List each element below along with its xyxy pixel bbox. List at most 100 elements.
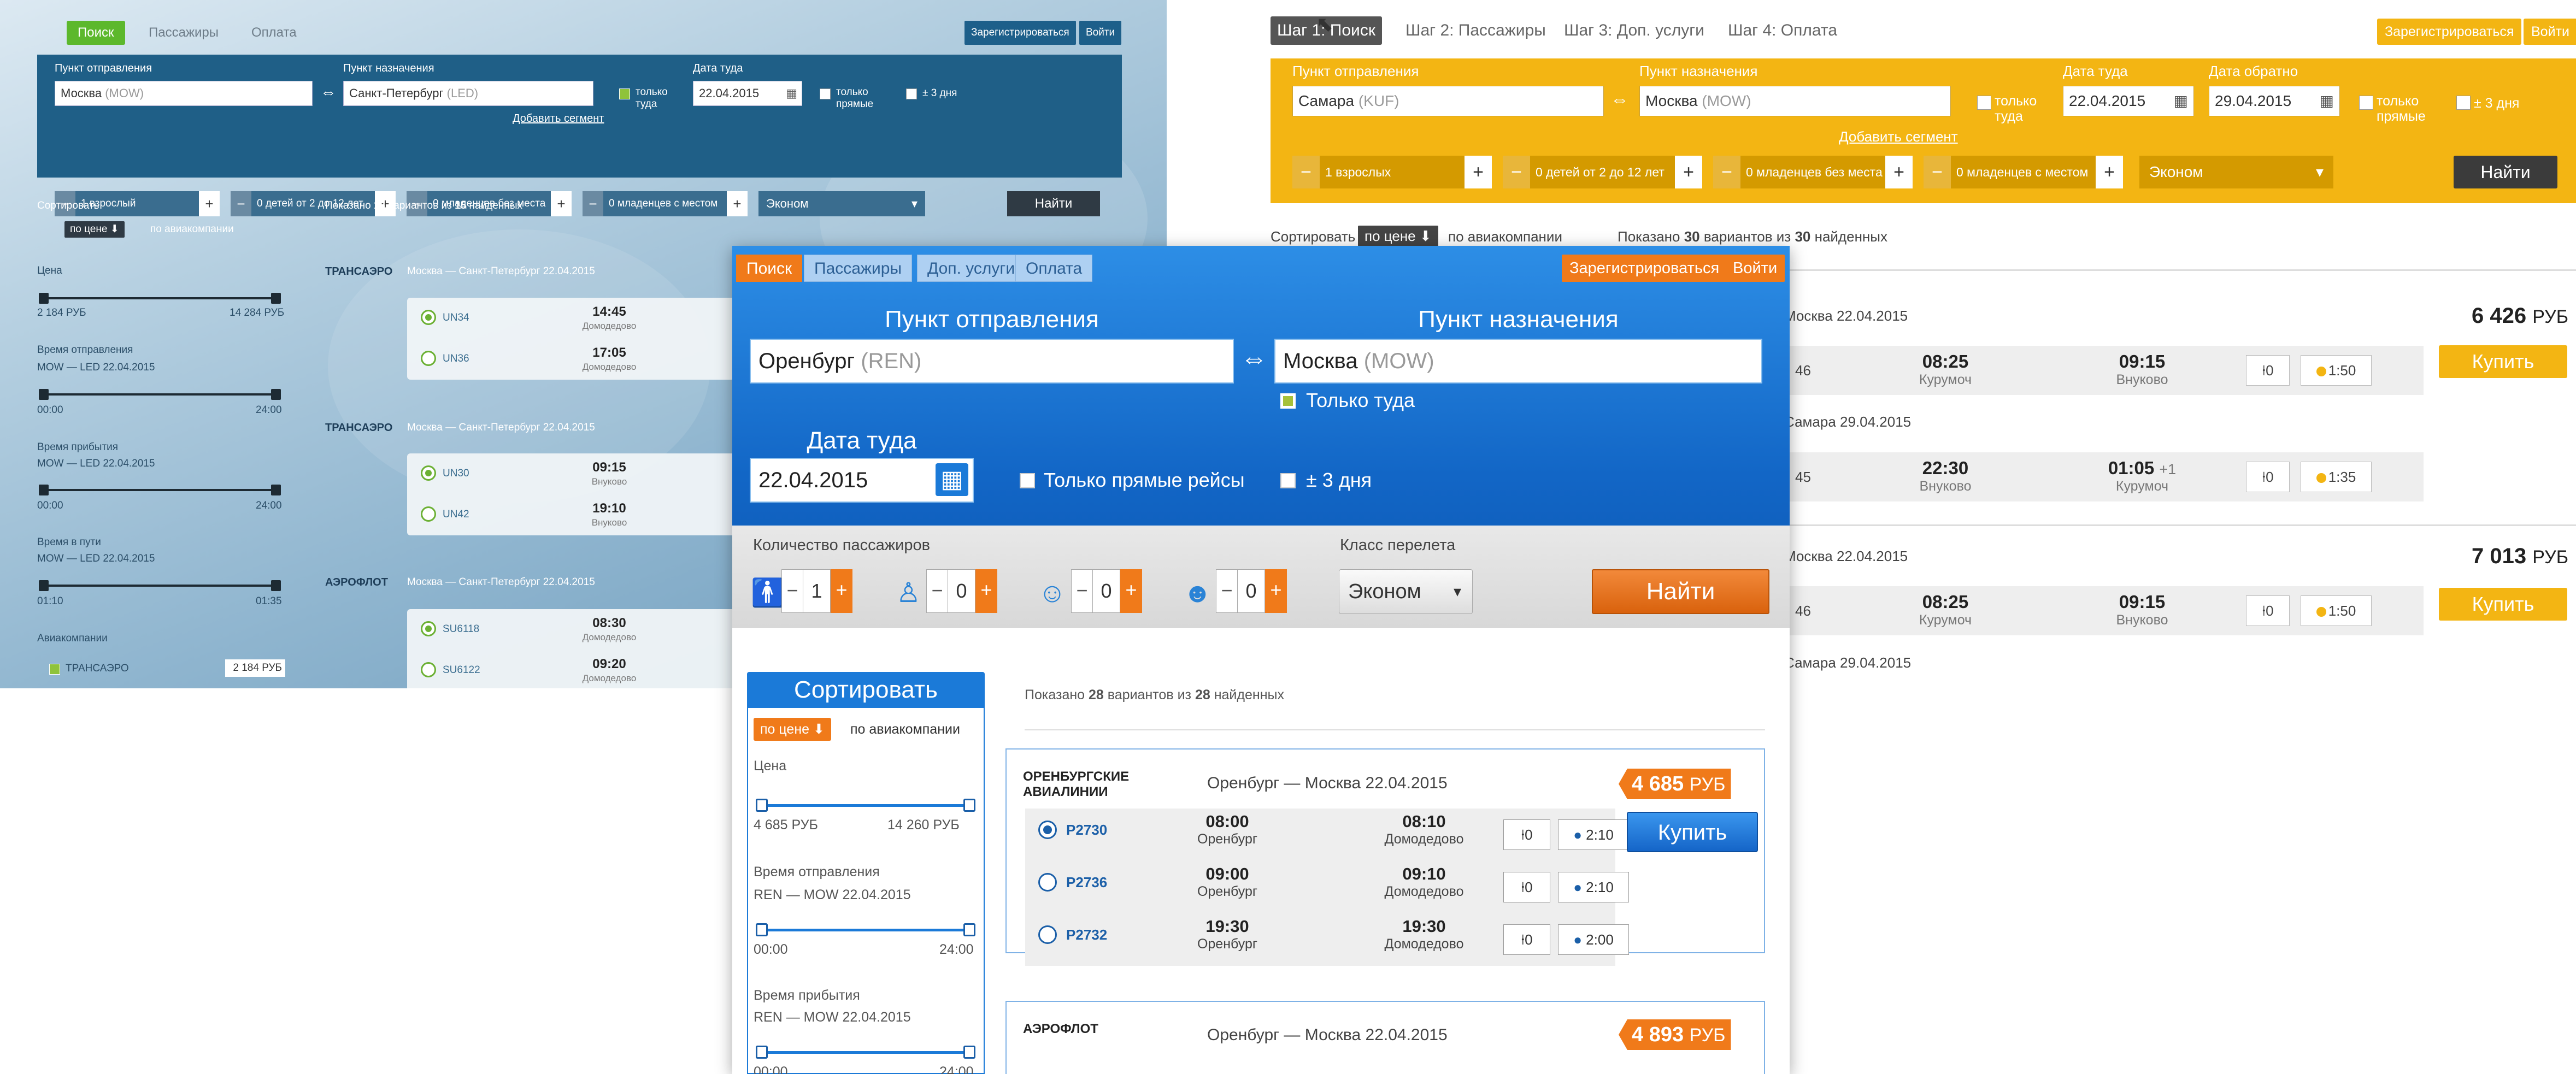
only-there-checkbox[interactable] <box>619 88 630 99</box>
buy-button[interactable]: Купить <box>2439 345 2567 378</box>
infants-noseat-count[interactable]: 0 <box>1093 569 1120 613</box>
flight-radio[interactable] <box>421 662 436 677</box>
find-button[interactable]: Найти <box>1007 191 1100 216</box>
flight-radio[interactable] <box>1038 873 1057 892</box>
add-segment-link[interactable]: Добавить сегмент <box>513 113 604 125</box>
minus-button[interactable]: − <box>1216 569 1238 613</box>
flight-row[interactable]: 46 08:25 Курумоч 09:15 Внуково ⍿0 1:50 <box>1784 586 2424 635</box>
flight-row[interactable]: UN30 09:15 Внуково <box>407 453 735 494</box>
flight-radio[interactable] <box>421 465 436 481</box>
plus-button[interactable]: + <box>1885 156 1913 188</box>
from-input[interactable]: Самара (KUF) <box>1292 86 1604 116</box>
step-services[interactable]: Шаг 3: Доп. услуги <box>1557 16 1711 45</box>
flight-row[interactable]: UN34 14:45 Домодедово <box>407 298 735 339</box>
minus-button[interactable]: − <box>926 569 948 613</box>
sort-by-price-button[interactable]: по цене ⬇ <box>64 221 125 238</box>
pm3-checkbox[interactable] <box>1280 473 1296 488</box>
from-input[interactable]: Москва (MOW) <box>55 81 313 106</box>
tab-payment[interactable]: Оплата <box>1015 255 1093 282</box>
to-input[interactable]: Москва (MOW) <box>1639 86 1951 116</box>
dep-time-slider[interactable] <box>39 389 281 400</box>
plus-button[interactable]: + <box>1675 156 1702 188</box>
adults-count[interactable]: 1 <box>803 569 831 613</box>
flight-radio[interactable] <box>1038 821 1057 839</box>
sort-by-price-button[interactable]: по цене ⬇ <box>1358 226 1438 246</box>
minus-button[interactable]: − <box>1292 156 1320 188</box>
sort-by-price-button[interactable]: по цене ⬇ <box>754 718 831 741</box>
tab-passengers[interactable]: Пассажиры <box>138 21 230 45</box>
date-input[interactable]: 22.04.2015 ▦ <box>693 81 802 106</box>
sort-by-airline-button[interactable]: по авиакомпании <box>1448 228 1562 245</box>
flight-row[interactable]: P2736 09:00 Оренбург 09:10 Домодедово ⍿0… <box>1025 861 1629 913</box>
plus-button[interactable]: + <box>1265 569 1287 613</box>
register-button[interactable]: Зарегистрироваться <box>1562 255 1727 282</box>
tab-payment[interactable]: Оплата <box>240 21 308 45</box>
login-button[interactable]: Войти <box>1725 255 1785 282</box>
step-payment[interactable]: Шаг 4: Оплата <box>1721 16 1844 45</box>
dep-time-slider[interactable] <box>756 923 975 936</box>
only-there-checkbox[interactable] <box>1977 96 1991 110</box>
slider-handle[interactable] <box>963 1046 975 1059</box>
plus-button[interactable]: + <box>2096 156 2123 188</box>
minus-button[interactable]: − <box>583 191 603 216</box>
tab-search[interactable]: Поиск <box>736 255 803 282</box>
flight-radio[interactable] <box>421 621 436 636</box>
slider-handle[interactable] <box>39 293 49 304</box>
swap-icon[interactable]: ⇔ <box>320 83 337 102</box>
flight-radio[interactable] <box>421 506 436 522</box>
arr-time-slider[interactable] <box>756 1046 975 1059</box>
flight-radio[interactable] <box>421 351 436 366</box>
infants-seat-count[interactable]: 0 <box>1238 569 1265 613</box>
buy-button[interactable]: Купить <box>2439 588 2567 621</box>
slider-handle[interactable] <box>39 485 49 495</box>
sort-by-airline-button[interactable]: по авиакомпании <box>844 718 967 741</box>
travel-time-slider[interactable] <box>39 580 281 591</box>
flight-radio[interactable] <box>1038 925 1057 944</box>
minus-button[interactable]: − <box>1071 569 1093 613</box>
flight-radio[interactable] <box>421 310 436 325</box>
plus-button[interactable]: + <box>831 569 852 613</box>
arr-time-slider[interactable] <box>39 485 281 495</box>
calendar-icon[interactable]: ▦ <box>2174 86 2188 116</box>
flight-row[interactable]: UN42 19:10 Внуково <box>407 494 735 535</box>
class-select[interactable]: Эконом ▾ <box>2139 156 2333 188</box>
only-there-checkbox[interactable] <box>1280 393 1296 409</box>
plus-button[interactable]: + <box>199 191 220 216</box>
plus-button[interactable]: + <box>551 191 572 216</box>
minus-button[interactable]: − <box>1924 156 1951 188</box>
flight-row[interactable]: 46 08:25 Курумоч 09:15 Внуково ⍿0 1:50 <box>1784 346 2424 395</box>
flight-row[interactable]: P2730 08:00 Оренбург 08:10 Домодедово ⍿0… <box>1025 809 1629 861</box>
price-slider[interactable] <box>756 799 975 812</box>
slider-handle[interactable] <box>756 799 768 812</box>
class-select[interactable]: Эконом ▾ <box>1339 569 1473 614</box>
slider-handle[interactable] <box>756 1046 768 1059</box>
from-input[interactable]: Оренбург (REN) <box>750 339 1234 383</box>
login-button[interactable]: Войти <box>1079 21 1122 45</box>
flight-row[interactable]: UN36 17:05 Домодедово <box>407 339 735 380</box>
plus-button[interactable]: + <box>975 569 997 613</box>
to-input[interactable]: Москва (MOW) <box>1274 339 1762 383</box>
class-select[interactable]: Эконом ▾ <box>758 191 925 216</box>
plus-button[interactable]: + <box>1120 569 1142 613</box>
register-button[interactable]: Зарегистрироваться <box>964 21 1076 45</box>
to-input[interactable]: Санкт-Петербург (LED) <box>343 81 593 106</box>
pm3-checkbox[interactable] <box>906 88 917 99</box>
slider-handle[interactable] <box>39 580 49 591</box>
calendar-icon[interactable]: ▦ <box>786 81 797 105</box>
minus-button[interactable]: − <box>1713 156 1740 188</box>
swap-icon[interactable]: ⇔ <box>1610 89 1629 110</box>
calendar-icon[interactable]: ▦ <box>2320 86 2334 116</box>
tab-services[interactable]: Доп. услуги <box>917 255 1026 282</box>
swap-icon[interactable]: ⇔ <box>1240 342 1268 374</box>
slider-handle[interactable] <box>756 923 768 936</box>
pm3-checkbox[interactable] <box>2456 96 2471 110</box>
register-button[interactable]: Зарегистрироваться <box>2377 19 2522 45</box>
calendar-icon[interactable]: ▦ <box>936 463 968 496</box>
airline-filter-checkbox[interactable] <box>49 664 60 675</box>
find-button[interactable]: Найти <box>2454 156 2557 188</box>
date-input[interactable]: 22.04.2015 ▦ <box>750 458 974 503</box>
slider-handle[interactable] <box>271 485 281 495</box>
return-date-input[interactable]: 29.04.2015 ▦ <box>2209 86 2340 116</box>
slider-handle[interactable] <box>271 580 281 591</box>
tab-passengers[interactable]: Пассажиры <box>804 255 913 282</box>
